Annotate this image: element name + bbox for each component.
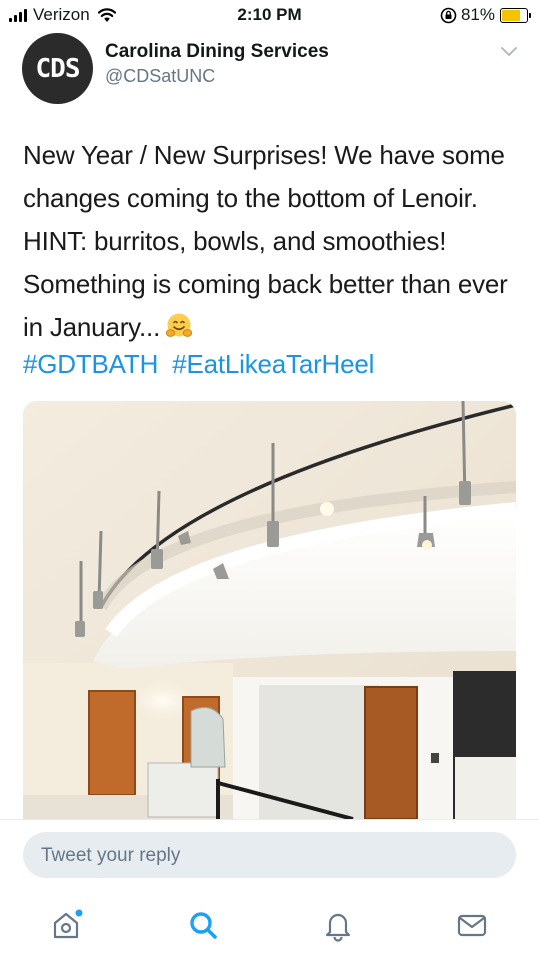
search-icon [190,912,217,939]
tab-messages[interactable] [452,905,492,945]
hugging-face-emoji-icon [166,313,193,337]
tweet-body: New Year / New Surprises! We have some c… [23,140,508,342]
tab-notifications[interactable] [318,905,358,945]
rotation-lock-icon [440,7,457,23]
battery-icon [500,7,528,23]
user-handle[interactable]: @CDSatUNC [105,66,215,87]
notifications-icon [325,913,351,942]
battery-tip [529,12,531,18]
hashtag-line: #GDTBATH #EatLikeaTarHeel [23,349,374,380]
tab-home[interactable] [46,905,86,945]
tweet-text: New Year / New Surprises! We have some c… [23,134,523,349]
hashtag-link[interactable]: #GDTBATH [23,349,158,379]
messages-icon [457,914,487,937]
reply-input[interactable]: Tweet your reply [23,832,516,878]
home-icon [53,909,83,939]
tab-search[interactable] [183,905,223,945]
reply-bar: Tweet your reply [0,819,539,892]
interior-photo-illustration [23,401,516,819]
tab-bar [0,891,539,960]
status-right: 81% [440,5,531,25]
reply-placeholder: Tweet your reply [41,845,181,866]
battery-fill [502,9,520,21]
battery-percent: 81% [460,5,495,24]
status-bar: Verizon 2:10 PM 81% [0,0,539,30]
tweet-photo[interactable] [23,401,516,819]
avatar[interactable]: CDS [22,33,93,104]
hashtag-link[interactable]: #EatLikeaTarHeel [172,349,374,379]
display-name[interactable]: Carolina Dining Services [105,41,329,63]
chevron-down-icon[interactable] [500,46,518,58]
